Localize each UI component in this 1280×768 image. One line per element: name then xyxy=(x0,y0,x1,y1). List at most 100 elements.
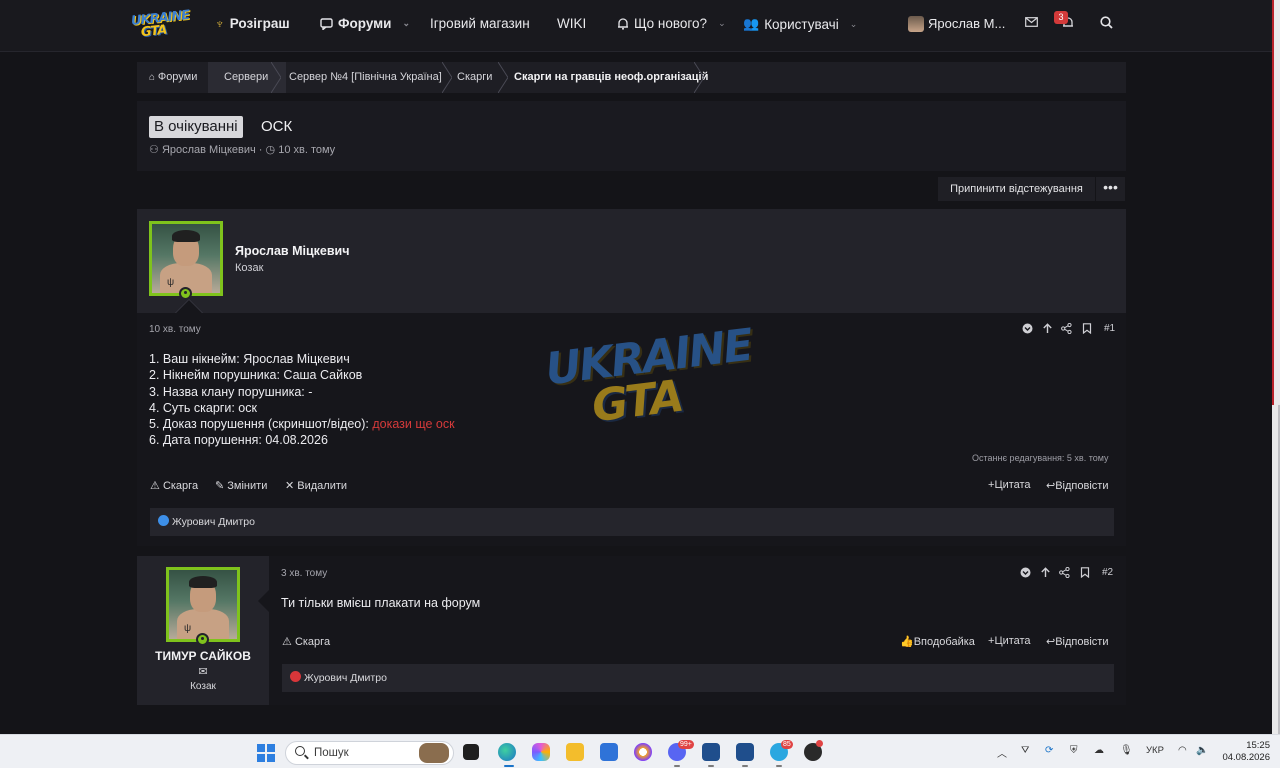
thread-time[interactable]: 10 хв. тому xyxy=(278,144,335,156)
breadcrumb-separator xyxy=(694,62,704,93)
volume-icon[interactable]: 🔈 xyxy=(1196,745,1208,756)
nav-wiki[interactable]: WIKI xyxy=(557,16,586,31)
report-button[interactable]: ⚠ Скарга xyxy=(282,635,330,648)
chevron-down-icon[interactable]: ⌄ xyxy=(718,18,726,29)
quote-label: Цитата xyxy=(994,479,1031,491)
nav-giveaway-label: Розіграш xyxy=(229,16,290,31)
avatar[interactable] xyxy=(908,16,924,32)
chevron-down-icon[interactable]: ⌄ xyxy=(402,18,410,29)
post-line-text: 5. Доказ порушення (скриншот/відео): xyxy=(149,417,373,432)
clock[interactable]: 15:25 04.08.2026 xyxy=(1220,740,1270,764)
task-view-icon[interactable] xyxy=(463,744,479,760)
wifi-icon[interactable]: ◠ xyxy=(1178,745,1187,756)
browser-app-icon[interactable] xyxy=(634,743,652,761)
quote-button[interactable]: +Цитата xyxy=(988,635,1031,647)
users-icon: 👥 xyxy=(743,16,760,31)
breadcrumb: ⌂ Форуми Сервери Сервер №4 [Північна Укр… xyxy=(137,62,1126,93)
avatar[interactable]: ψ xyxy=(149,221,223,296)
post-number[interactable]: #2 xyxy=(1102,567,1113,578)
separator: · xyxy=(258,144,266,156)
bookmark-icon[interactable] xyxy=(1080,567,1090,581)
nav-whats-new[interactable]: Що нового? ⌄ xyxy=(617,16,726,31)
chevron-down-icon[interactable]: ⌄ xyxy=(850,19,858,30)
breadcrumb-separator xyxy=(271,62,281,93)
bookmark-icon[interactable] xyxy=(1082,323,1092,337)
arrow-up-icon[interactable] xyxy=(1042,323,1053,337)
nav-users[interactable]: 👥 Користувачі ⌄ xyxy=(743,16,857,32)
microsoft-store-icon[interactable] xyxy=(600,743,618,761)
like-label: Вподобайка xyxy=(913,636,975,648)
account-menu[interactable]: Ярослав М... xyxy=(928,16,1005,31)
chevron-up-icon[interactable]: ︿ xyxy=(997,745,1007,760)
report-label: Скарга xyxy=(294,636,331,648)
nav-forums[interactable]: Форуми ⌄ xyxy=(320,16,410,31)
windows-taskbar: Пошук 99+ 85 ︿ ⛛ ⟳ ⛨ ☁ 🎙 УКР ◠ 🔈 15:25 0… xyxy=(0,734,1280,768)
microphone-icon[interactable]: 🎙 xyxy=(1120,745,1133,756)
security-icon[interactable]: ⛨ xyxy=(1070,745,1078,756)
cloud-icon[interactable]: ☁ xyxy=(1094,745,1104,756)
chevron-down-circle-icon[interactable] xyxy=(1022,323,1033,337)
share-icon[interactable] xyxy=(1061,322,1072,337)
post-number[interactable]: #1 xyxy=(1104,323,1115,334)
search-highlight-icon xyxy=(419,743,449,763)
game-launcher-icon[interactable] xyxy=(702,743,720,761)
copilot-icon[interactable] xyxy=(532,743,550,761)
unwatch-button[interactable]: Припинити відстежування xyxy=(938,177,1095,201)
breadcrumb-current[interactable]: Скарги на гравців неоф.організацій xyxy=(514,62,708,93)
edit-button[interactable]: ✎ Змінити xyxy=(215,479,267,492)
post-line: 1. Ваш нікнейм: Ярослав Міцкевич xyxy=(149,352,350,366)
status-badge[interactable]: В очікуванні xyxy=(149,116,243,138)
last-edited[interactable]: Останнє редагування: 5 хв. тому xyxy=(972,453,1109,463)
user-title: Козак xyxy=(235,262,264,274)
post-time[interactable]: 10 хв. тому xyxy=(149,324,201,335)
like-button[interactable]: 👍Вподобайка xyxy=(900,635,975,648)
scrollbar-thumb[interactable] xyxy=(1272,0,1274,405)
edit-label: Змінити xyxy=(227,480,268,492)
language-indicator[interactable]: УКР xyxy=(1146,745,1164,756)
quote-button[interactable]: +Цитата xyxy=(988,479,1031,491)
nav-giveaway[interactable]: ♆ Розіграш xyxy=(215,16,290,31)
thread-meta: ⚇ Ярослав Міцкевич · ◷ 10 хв. тому xyxy=(149,143,335,156)
post-time[interactable]: 3 хв. тому xyxy=(281,568,327,579)
delete-button[interactable]: ✕ Видалити xyxy=(285,479,347,492)
site-logo[interactable]: UKRAINE GTA xyxy=(130,8,190,42)
search-button[interactable] xyxy=(1100,16,1113,29)
windows-start-icon[interactable] xyxy=(257,744,275,762)
reply-button[interactable]: ↩Відповісти xyxy=(1046,635,1108,648)
network-icon[interactable]: ⛛ xyxy=(1021,745,1029,756)
reaction-user[interactable]: Журович Дмитро xyxy=(304,672,387,684)
envelope-icon[interactable]: ✉ xyxy=(137,665,269,678)
arrow-up-icon[interactable] xyxy=(1040,567,1051,581)
edge-browser-icon[interactable] xyxy=(498,743,516,761)
breadcrumb-forums[interactable]: ⌂ Форуми xyxy=(149,62,197,93)
trident-icon: ψ xyxy=(167,277,175,288)
inbox-button[interactable] xyxy=(1025,17,1038,27)
avatar[interactable]: ψ xyxy=(166,567,240,642)
file-explorer-icon[interactable] xyxy=(566,743,584,761)
clock-time: 15:25 xyxy=(1246,740,1270,751)
breadcrumb-complaints[interactable]: Скарги xyxy=(457,62,492,93)
taskbar-search[interactable]: Пошук xyxy=(285,741,454,765)
share-icon[interactable] xyxy=(1059,566,1070,581)
breadcrumb-server4[interactable]: Сервер №4 [Північна Україна] xyxy=(289,62,442,93)
post-line: 5. Доказ порушення (скриншот/відео): док… xyxy=(149,416,455,432)
account-username: Ярослав М... xyxy=(928,16,1006,31)
post-author[interactable]: ТИМУР САЙКОВ xyxy=(137,649,269,663)
nav-shop[interactable]: Ігровий магазин xyxy=(430,16,530,31)
reactions-bar[interactable]: Журович Дмитро xyxy=(282,664,1114,692)
reactions-bar[interactable]: Журович Дмитро xyxy=(150,508,1114,536)
sync-icon[interactable]: ⟳ xyxy=(1045,745,1053,756)
breadcrumb-label: Сервери xyxy=(224,71,269,83)
report-button[interactable]: ⚠ Скарга xyxy=(150,479,198,492)
user-title: Козак xyxy=(190,681,216,692)
post-author[interactable]: Ярослав Міцкевич xyxy=(235,244,350,258)
reply-button[interactable]: ↩Відповісти xyxy=(1046,479,1108,492)
evidence-link[interactable]: докази ще оск xyxy=(372,417,454,431)
game-launcher-icon[interactable] xyxy=(736,743,754,761)
decorative-arrow xyxy=(176,300,202,313)
thread-author[interactable]: Ярослав Міцкевич xyxy=(162,144,256,156)
more-options-button[interactable]: ••• xyxy=(1096,177,1125,201)
trident-icon: ψ xyxy=(184,623,192,634)
chevron-down-circle-icon[interactable] xyxy=(1020,567,1031,581)
reaction-user[interactable]: Журович Дмитро xyxy=(172,516,255,528)
